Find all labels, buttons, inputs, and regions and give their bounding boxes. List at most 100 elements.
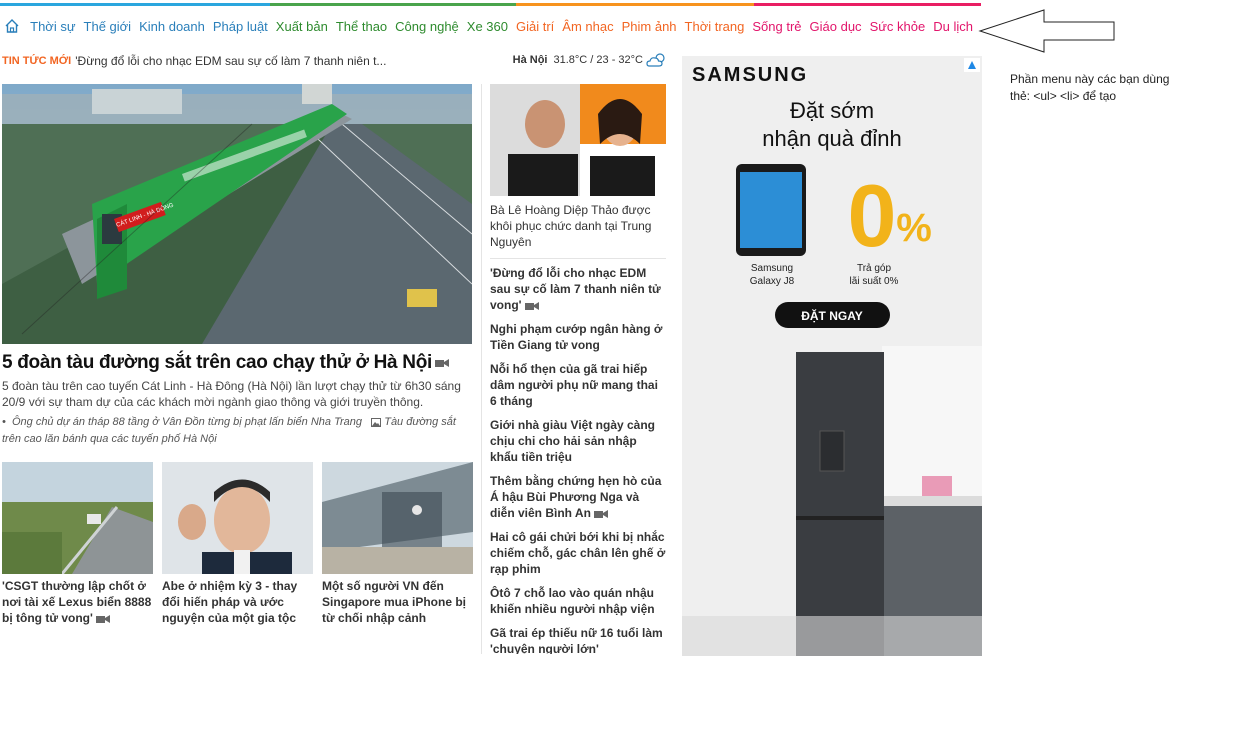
side-news-item-title[interactable]: Gã trai ép thiếu nữ 16 tuổi làm 'chuyện … [490,626,663,654]
ad-cta-button[interactable]: ĐẶT NGAY [775,302,890,328]
news-ticker: TIN TỨC MỚI 'Đừng đổ lỗi cho nhạc EDM sa… [2,50,668,72]
ticker-headline[interactable]: 'Đừng đổ lỗi cho nhạc EDM sau sự cố làm … [75,54,395,68]
ad-percent: % [896,206,932,250]
side-news-item-title[interactable]: Nỗi hổ thẹn của gã trai hiếp dâm người p… [490,362,658,408]
menu-item[interactable]: Sức khỏe [870,19,926,34]
menu-item[interactable]: Pháp luật [213,19,268,34]
video-camera-icon [524,301,539,310]
hero-related: • Ông chủ dự án tháp 88 tầng ở Vân Đồn t… [2,414,472,448]
annotation-arrow [978,9,1115,53]
video-camera-icon [435,358,449,367]
menu-item[interactable]: Thời trang [685,19,745,34]
menu-item-link[interactable]: Sống trẻ [752,19,801,34]
menu-item-link[interactable]: Kinh doanh [139,19,205,34]
hero-title[interactable]: 5 đoàn tàu đường sắt trên cao chạy thử ở… [2,352,472,374]
refrigerator-image [796,352,884,656]
thumb-image-1[interactable] [2,462,153,574]
ad-cta-label[interactable]: ĐẶT NGAY [801,308,863,323]
weather-widget: Hà Nội 31.8°C / 23 - 32°C [513,52,668,68]
thumb-story-3[interactable]: Một số người VN đến Singapore mua iPhone… [322,462,473,626]
menu-item-link[interactable]: Thể thao [336,19,387,34]
menu-item-link[interactable]: Giải trí [516,19,554,34]
menu-item[interactable]: Phim ảnh [622,19,677,34]
weather-city: Hà Nội [512,54,548,66]
menu-item[interactable]: Du lịch [933,19,973,34]
related-link-1[interactable]: Ông chủ dự án tháp 88 tầng ở Vân Đồn từn… [12,416,362,428]
menu-item-link[interactable]: Âm nhạc [562,19,613,34]
side-news-item[interactable]: Gã trai ép thiếu nữ 16 tuổi làm 'chuyện … [490,625,666,654]
menu-item-link[interactable]: Giáo dục [810,19,862,34]
side-lead-title[interactable]: Bà Lê Hoàng Diệp Thảo được khôi phục chứ… [490,202,666,259]
side-news-item-title[interactable]: Giới nhà giàu Việt ngày càng chịu chi ch… [490,418,655,464]
thumb-caption-2[interactable]: Abe ở nhiệm kỳ 3 - thay đổi hiến pháp và… [162,579,297,625]
side-news-item-title[interactable]: Ôtô 7 chỗ lao vào quán nhậu khiến nhiều … [490,586,655,616]
menu-item[interactable]: Giáo dục [810,19,862,34]
ad-phone-label-1: Samsung [751,263,793,274]
ad-brand: SAMSUNG [692,64,808,86]
thumb-image-2[interactable] [162,462,313,574]
hero-description: 5 đoàn tàu trên cao tuyến Cát Linh - Hà … [2,379,461,409]
menu-item-link[interactable]: Thời sự [30,19,75,34]
menu-item[interactable]: Thời sự [30,19,75,34]
side-news-item[interactable]: Giới nhà giàu Việt ngày càng chịu chi ch… [490,417,666,465]
ad-headline-2: nhận quà đỉnh [762,126,901,151]
thumb-story-2[interactable]: Abe ở nhiệm kỳ 3 - thay đổi hiến pháp và… [162,462,313,626]
menu-item[interactable]: Công nghệ [395,19,459,34]
strip-blue [0,3,270,6]
menu-item-link[interactable]: Pháp luật [213,19,268,34]
samsung-ad-banner[interactable]: SAMSUNG Đặt sớm nhận quà đỉnh Samsung Ga… [682,56,982,656]
menu-item[interactable]: Thế giới [84,19,132,34]
side-news-item[interactable]: Nỗi hổ thẹn của gã trai hiếp dâm người p… [490,361,666,409]
home-menu-item[interactable] [0,18,24,34]
home-icon [5,19,19,33]
side-news-item-title[interactable]: 'Đừng đổ lỗi cho nhạc EDM sau sự cố làm … [490,266,661,312]
side-news-item-title[interactable]: Thêm bằng chứng hẹn hò của Á hậu Bùi Phư… [490,474,661,520]
ad-offer-label-1: Trả góp [857,263,892,274]
category-color-strip [0,3,981,6]
menu-item-link[interactable]: Xuất bản [276,19,328,34]
menu-item-link[interactable]: Xe 360 [467,19,508,34]
thumb-caption-1[interactable]: 'CSGT thường lập chốt ở nơi tài xế Lexus… [2,579,151,625]
menu-item[interactable]: Âm nhạc [562,19,613,34]
thumb-caption-3[interactable]: Một số người VN đến Singapore mua iPhone… [322,579,466,625]
menu-item-link[interactable]: Du lịch [933,19,973,34]
ad-phone-label-2: Galaxy J8 [750,276,795,287]
menu-item-link[interactable]: Thời trang [685,19,745,34]
menu-item-link[interactable]: Công nghệ [395,19,459,34]
ad-offer-label-2: lãi suất 0% [850,275,899,287]
menu-item[interactable]: Xuất bản [276,19,328,34]
strip-pink [754,3,981,6]
menu-item-link[interactable]: Sức khỏe [870,19,926,34]
menu-item-link[interactable]: Phim ảnh [622,19,677,34]
menu-item[interactable]: Kinh doanh [139,19,205,34]
side-news-item[interactable]: Ôtô 7 chỗ lao vào quán nhậu khiến nhiều … [490,585,666,617]
side-news-item[interactable]: Nghi phạm cướp ngân hàng ở Tiền Giang tử… [490,321,666,353]
hero-title-text[interactable]: 5 đoàn tàu đường sắt trên cao chạy thử ở… [2,352,432,373]
video-camera-icon [95,614,110,623]
strip-green [270,3,516,6]
side-news-item-title[interactable]: Nghi phạm cướp ngân hàng ở Tiền Giang tử… [490,322,662,352]
thumb-image-3[interactable] [322,462,473,574]
menu-item[interactable]: Xe 360 [467,19,508,34]
side-news-item[interactable]: Thêm bằng chứng hẹn hò của Á hậu Bùi Phư… [490,473,666,521]
side-lead-image[interactable] [490,84,666,196]
thumb-story-1[interactable]: 'CSGT thường lập chốt ở nơi tài xế Lexus… [2,462,153,626]
adchoices-icon[interactable] [964,58,980,72]
menu-item[interactable]: Giải trí [516,19,554,34]
hero-image[interactable]: CÁT LINH - HÀ ĐÔNG [2,84,472,344]
side-news-item[interactable]: 'Đừng đổ lỗi cho nhạc EDM sau sự cố làm … [490,265,666,313]
weather-temp: 31.8°C / 23 - 32°C [553,54,643,66]
side-news-item[interactable]: Hai cô gái chửi bới khi bị nhắc chiếm ch… [490,529,666,577]
menu-item-link[interactable]: Thế giới [84,19,132,34]
menu-item[interactable]: Thể thao [336,19,387,34]
annotation-note: Phần menu này các bạn dùng thẻ: <ul> <li… [1010,72,1170,103]
ad-headline-1: Đặt sớm [790,98,874,123]
ticker-label: TIN TỨC MỚI [2,55,72,67]
image-icon [371,417,382,427]
menu-item[interactable]: Sống trẻ [752,19,801,34]
cloud-sun-icon [646,53,665,67]
ad-zero: 0 [848,166,897,265]
main-menu: Thời sự Thế giới Kinh doanh Pháp luật Xuất b… [0,16,981,36]
side-news-item-title[interactable]: Hai cô gái chửi bới khi bị nhắc chiếm ch… [490,530,665,576]
column-divider [481,84,482,654]
